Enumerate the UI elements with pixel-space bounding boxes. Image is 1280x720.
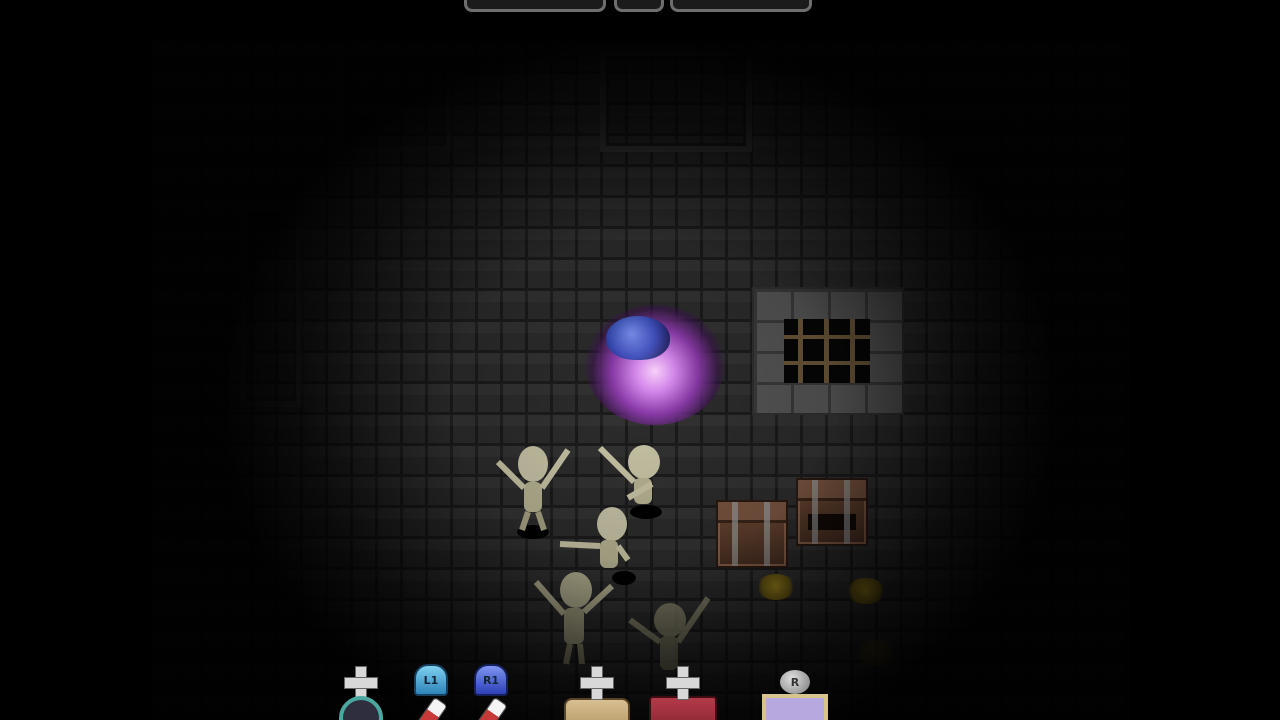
treasure-chest[interactable] xyxy=(796,478,868,546)
window-bar xyxy=(850,319,855,383)
chest-band xyxy=(732,502,738,566)
wall-panel xyxy=(340,50,452,152)
window-bar xyxy=(824,319,829,383)
health-bar xyxy=(464,0,606,12)
r-button-icon: R xyxy=(780,670,810,694)
blue-flame-icon xyxy=(606,316,670,360)
hud-slot-r1-potion[interactable]: R1 xyxy=(456,664,526,720)
hud-slot-dpad-spellbook[interactable] xyxy=(648,664,718,720)
hud-slot-r-spiral[interactable]: R xyxy=(760,664,830,720)
window-bar xyxy=(784,361,870,365)
window-opening xyxy=(784,319,870,383)
chest-lid xyxy=(718,502,786,523)
gold-pile[interactable] xyxy=(756,574,796,600)
game-scene: L1 R1 R xyxy=(0,0,1280,720)
wall-panel xyxy=(600,50,752,152)
barred-window xyxy=(752,287,904,415)
skeleton[interactable] xyxy=(532,566,622,666)
window-bar xyxy=(798,319,803,383)
hud-slot-dpad-amulet[interactable] xyxy=(326,664,396,720)
dpad-icon xyxy=(580,666,614,700)
dpad-icon xyxy=(344,666,378,700)
chest-lid xyxy=(798,480,866,501)
r1-button-icon: R1 xyxy=(474,664,508,696)
gold-pile[interactable] xyxy=(856,640,896,666)
gold-pile[interactable] xyxy=(846,578,886,604)
potion-icon xyxy=(474,696,508,720)
mana-bar xyxy=(670,0,812,12)
scroll-icon xyxy=(564,698,630,720)
spiral-rune-icon xyxy=(762,694,828,720)
l1-button-icon: L1 xyxy=(414,664,448,696)
hud-slot-dpad-scroll[interactable] xyxy=(562,664,632,720)
center-gem xyxy=(614,0,664,12)
chest-band xyxy=(764,502,770,566)
potion-icon xyxy=(414,696,448,720)
treasure-chest[interactable] xyxy=(716,500,788,568)
wall-panel xyxy=(240,205,302,407)
chest-band xyxy=(844,480,850,544)
window-bar xyxy=(784,335,870,339)
dpad-icon xyxy=(666,666,700,700)
chest-band xyxy=(812,480,818,544)
